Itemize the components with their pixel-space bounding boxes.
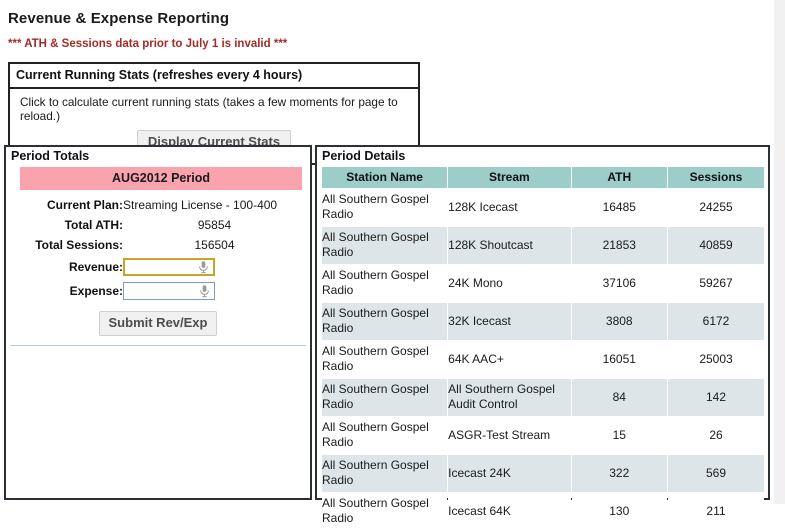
cell-stream: Icecast 64K bbox=[448, 493, 571, 530]
table-header-row: Station Name Stream ATH Sessions bbox=[322, 167, 764, 188]
cell-station-name: All Southern Gospel Radio bbox=[322, 227, 448, 264]
period-totals-panel: Period Totals AUG2012 Period Current Pla… bbox=[4, 145, 312, 500]
cell-ath: 15 bbox=[571, 417, 667, 454]
current-plan-row: Current Plan: Streaming License - 100-40… bbox=[10, 195, 306, 215]
data-validity-warning: *** ATH & Sessions data prior to July 1 … bbox=[8, 38, 288, 50]
cell-stream: 128K Shoutcast bbox=[448, 227, 571, 264]
table-row: All Southern Gospel Radio 128K Shoutcast 2… bbox=[322, 227, 764, 264]
submit-row: Submit Rev/Exp bbox=[10, 303, 306, 337]
period-totals-table: Current Plan: Streaming License - 100-40… bbox=[10, 195, 306, 303]
cell-station-name: All Southern Gospel Radio bbox=[322, 417, 448, 454]
table-row: All Southern Gospel Radio 64K AAC+ 16051 25… bbox=[322, 341, 764, 378]
period-totals-title: Period Totals bbox=[11, 149, 90, 163]
panels-row: Period Totals AUG2012 Period Current Pla… bbox=[4, 145, 770, 530]
table-row: All Southern Gospel Radio 24K Mono 37106 59… bbox=[322, 265, 764, 302]
table-row: All Southern Gospel Radio Icecast 24K 322 5… bbox=[322, 455, 764, 492]
table-body: All Southern Gospel Radio 128K Icecast 164… bbox=[322, 189, 764, 530]
cell-station-name: All Southern Gospel Radio bbox=[322, 189, 448, 226]
table-row: All Southern Gospel Radio 32K Icecast 3808… bbox=[322, 303, 764, 340]
revenue-input-wrapper[interactable] bbox=[123, 258, 215, 276]
cell-station-name: All Southern Gospel Radio bbox=[322, 379, 448, 416]
total-ath-label: Total ATH: bbox=[64, 218, 123, 232]
cell-ath: 21853 bbox=[571, 227, 667, 264]
column-header-sessions[interactable]: Sessions bbox=[668, 167, 764, 188]
cell-station-name: All Southern Gospel Radio bbox=[322, 493, 448, 530]
revenue-row: Revenue: bbox=[10, 255, 306, 279]
total-ath-value: 95854 bbox=[197, 218, 232, 232]
cell-ath: 37106 bbox=[571, 265, 667, 302]
current-running-stats-header: Current Running Stats (refreshes every 4… bbox=[10, 64, 418, 89]
cell-stream: All Southern Gospel Audit Control bbox=[448, 379, 571, 416]
table-row: All Southern Gospel Radio ASGR-Test Strea… bbox=[322, 417, 764, 454]
cell-station-name: All Southern Gospel Radio bbox=[322, 265, 448, 302]
column-header-ath[interactable]: ATH bbox=[571, 167, 667, 188]
cell-sessions: 569 bbox=[668, 455, 764, 492]
cell-sessions: 26 bbox=[668, 417, 764, 454]
period-details-panel: Period Details Station Name Stream ATH S… bbox=[315, 145, 770, 530]
cell-stream: 128K Icecast bbox=[448, 189, 571, 226]
right-gutter bbox=[774, 0, 785, 504]
cell-sessions: 142 bbox=[668, 379, 764, 416]
current-plan-label: Current Plan: bbox=[46, 198, 123, 212]
cell-ath: 130 bbox=[571, 493, 667, 530]
table-header: Station Name Stream ATH Sessions bbox=[322, 167, 764, 188]
cell-stream: Icecast 24K bbox=[448, 455, 571, 492]
microphone-icon bbox=[200, 285, 209, 298]
expense-input-wrapper[interactable] bbox=[123, 282, 215, 300]
expense-row: Expense: bbox=[10, 279, 306, 303]
period-details-table-wrap: Station Name Stream ATH Sessions All Sou… bbox=[321, 166, 765, 531]
period-details-title: Period Details bbox=[322, 149, 406, 163]
cell-ath: 3808 bbox=[571, 303, 667, 340]
cell-sessions: 40859 bbox=[668, 227, 764, 264]
cell-ath: 84 bbox=[571, 379, 667, 416]
table-row: All Southern Gospel Radio Icecast 64K 130 2… bbox=[322, 493, 764, 530]
cell-stream: 24K Mono bbox=[448, 265, 571, 302]
cell-sessions: 59267 bbox=[668, 265, 764, 302]
current-running-stats-description: Click to calculate current running stats… bbox=[20, 95, 398, 123]
cell-stream: 64K AAC+ bbox=[448, 341, 571, 378]
expense-label: Expense: bbox=[69, 284, 123, 298]
report-page: Revenue & Expense Reporting *** ATH & Se… bbox=[0, 0, 774, 530]
submit-rev-exp-button[interactable]: Submit Rev/Exp bbox=[98, 311, 218, 337]
total-sessions-label: Total Sessions: bbox=[35, 238, 123, 252]
cell-station-name: All Southern Gospel Radio bbox=[322, 455, 448, 492]
total-sessions-row: Total Sessions: 156504 bbox=[10, 235, 306, 255]
expense-input[interactable] bbox=[124, 283, 196, 299]
period-badge: AUG2012 Period bbox=[20, 167, 302, 190]
cell-ath: 16485 bbox=[571, 189, 667, 226]
total-ath-row: Total ATH: 95854 bbox=[10, 215, 306, 235]
cell-stream: ASGR-Test Stream bbox=[448, 417, 571, 454]
page-title: Revenue & Expense Reporting bbox=[8, 10, 230, 27]
cell-sessions: 6172 bbox=[668, 303, 764, 340]
cell-station-name: All Southern Gospel Radio bbox=[322, 341, 448, 378]
total-sessions-value: 156504 bbox=[194, 238, 235, 252]
cell-sessions: 211 bbox=[668, 493, 764, 530]
period-totals-body: AUG2012 Period Current Plan: Streaming L… bbox=[10, 167, 306, 347]
column-header-stream[interactable]: Stream bbox=[448, 167, 571, 188]
microphone-icon bbox=[199, 261, 208, 274]
period-details-table: Station Name Stream ATH Sessions All Sou… bbox=[321, 166, 765, 531]
current-plan-value: Streaming License - 100-400 bbox=[123, 198, 278, 212]
cell-ath: 16051 bbox=[571, 341, 667, 378]
table-row: All Southern Gospel Radio All Southern Go… bbox=[322, 379, 764, 416]
cell-stream: 32K Icecast bbox=[448, 303, 571, 340]
revenue-label: Revenue: bbox=[68, 260, 123, 274]
cell-sessions: 24255 bbox=[668, 189, 764, 226]
cell-sessions: 25003 bbox=[668, 341, 764, 378]
cell-station-name: All Southern Gospel Radio bbox=[322, 303, 448, 340]
column-header-station-name[interactable]: Station Name bbox=[322, 167, 448, 188]
cell-ath: 322 bbox=[571, 455, 667, 492]
revenue-input[interactable] bbox=[125, 260, 197, 274]
table-row: All Southern Gospel Radio 128K Icecast 164… bbox=[322, 189, 764, 226]
